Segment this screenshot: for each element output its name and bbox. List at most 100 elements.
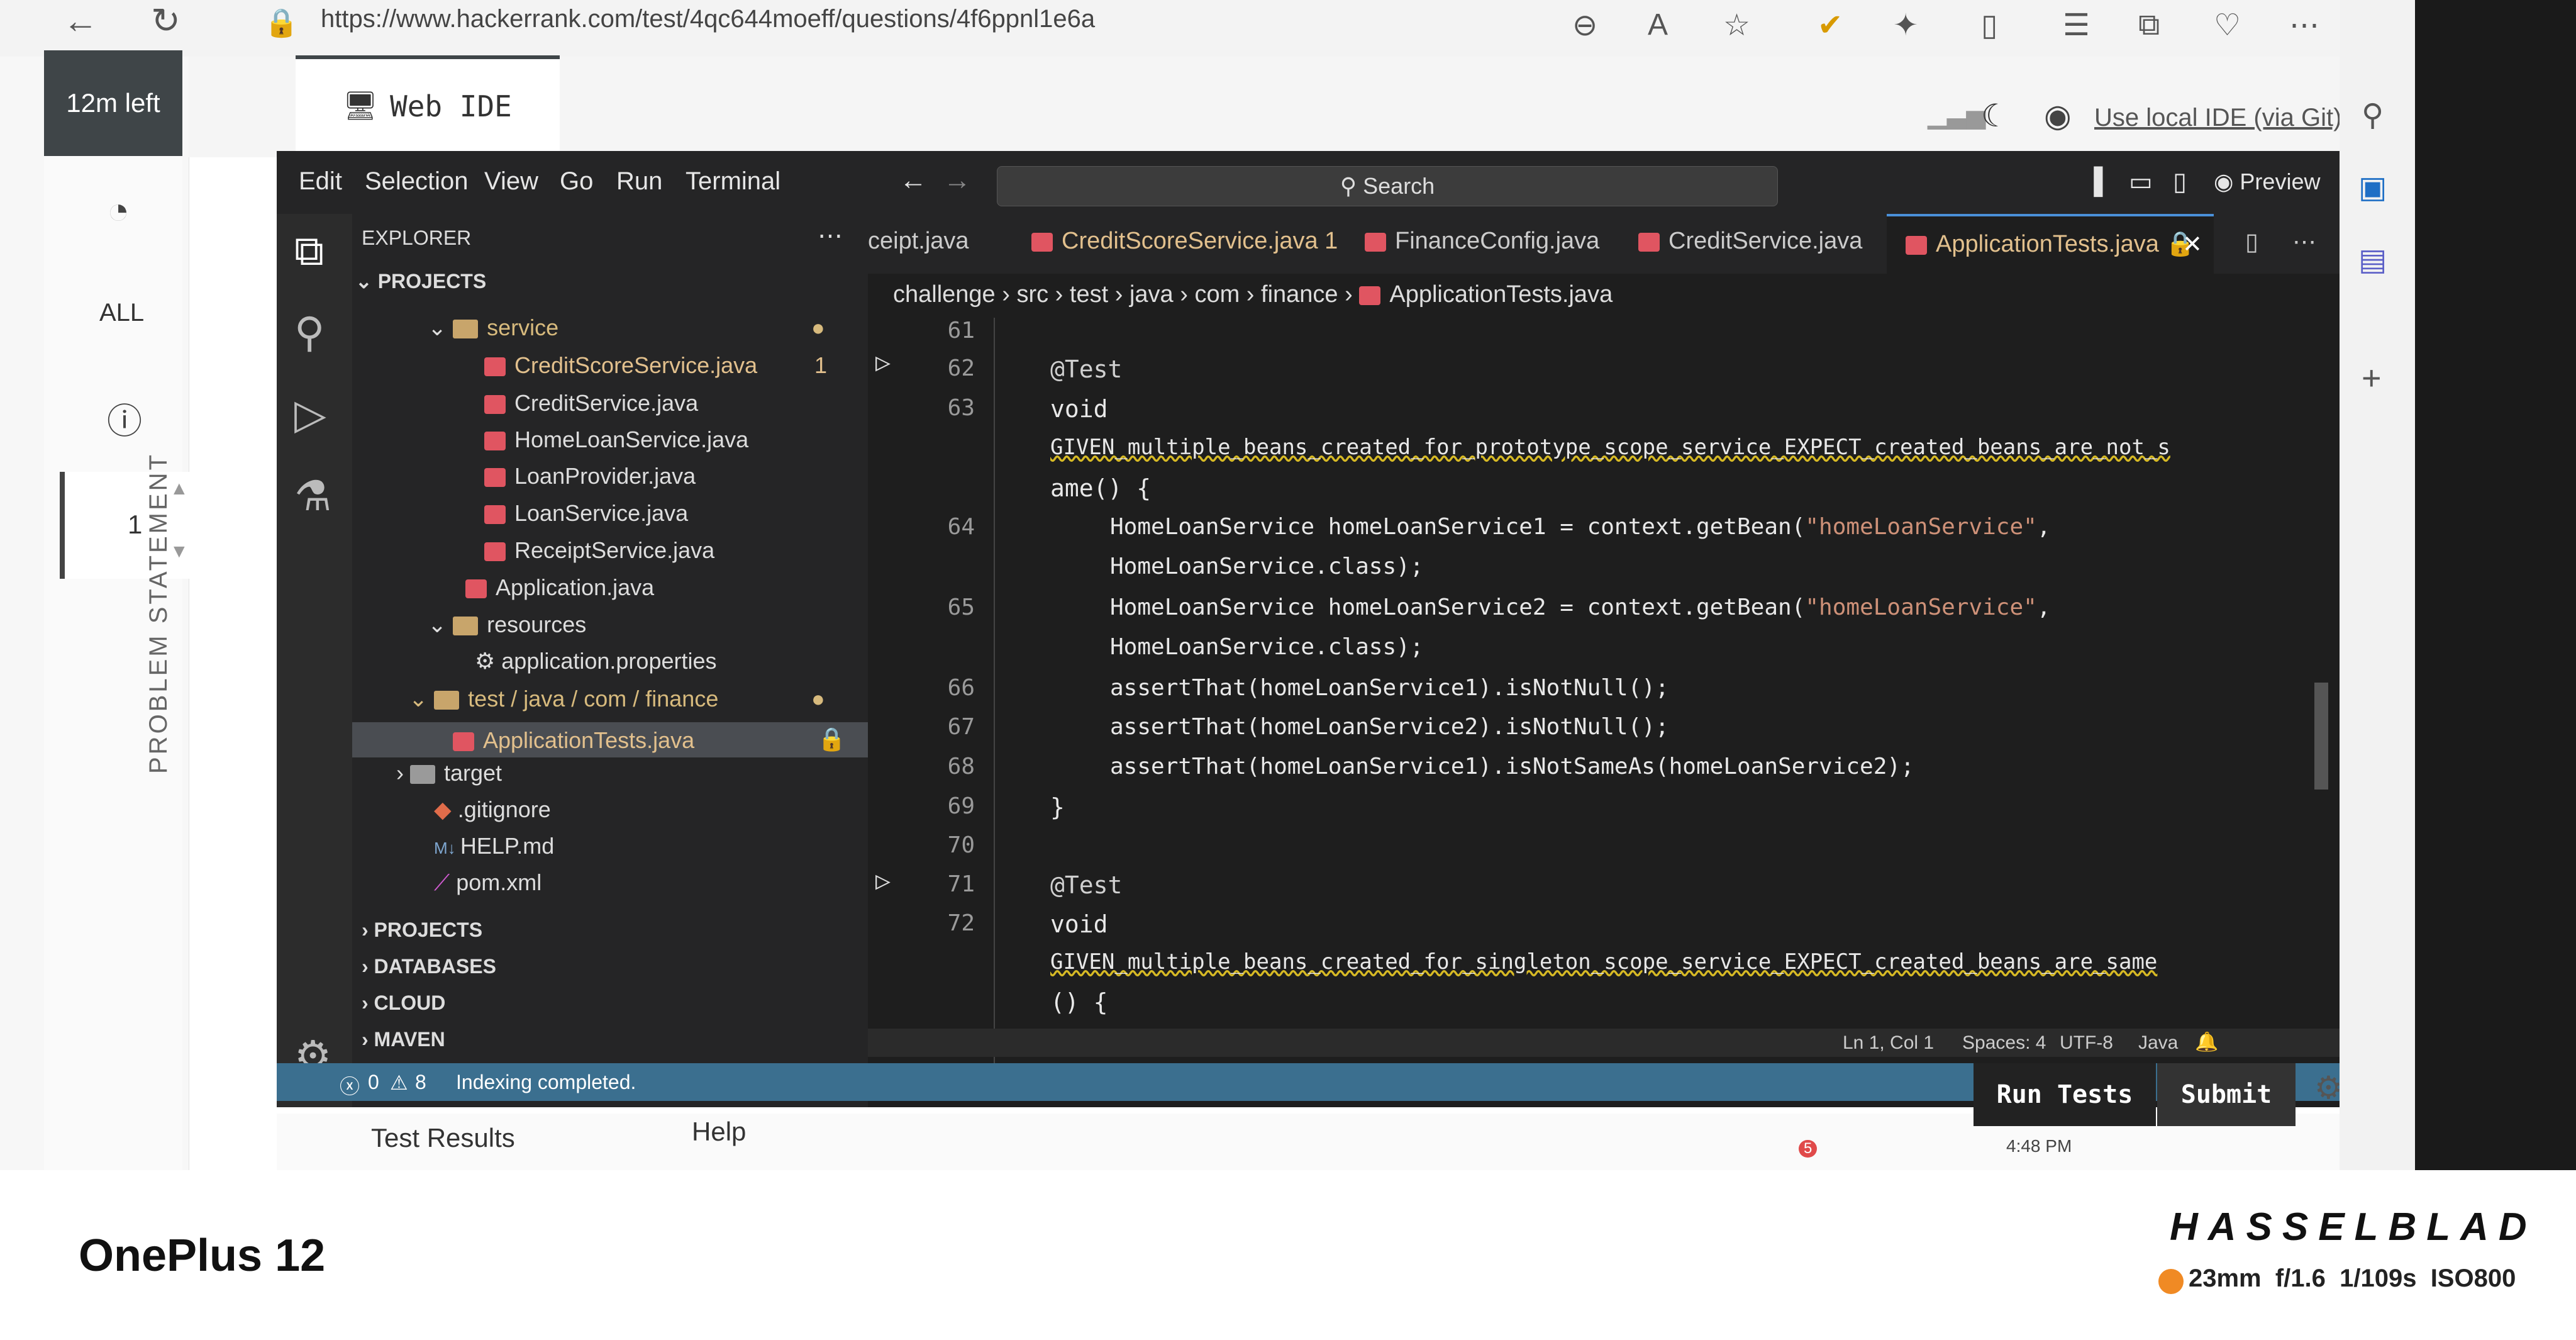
- tree-file[interactable]: ReceiptService.java: [484, 537, 714, 564]
- tree-file[interactable]: ⚙ application.properties: [475, 648, 717, 674]
- preview-button[interactable]: ◉ Preview: [2214, 169, 2320, 195]
- cursor-position[interactable]: Ln 1, Col 1: [1843, 1032, 1934, 1054]
- nav-forward-icon[interactable]: →: [943, 165, 971, 196]
- toggle-secondary-icon[interactable]: ▯: [2173, 167, 2187, 196]
- tree-folder-service[interactable]: ⌄ service: [428, 315, 558, 341]
- error-icon[interactable]: ⓧ: [340, 1071, 360, 1100]
- java-file-icon: [1906, 235, 1927, 255]
- code-editor[interactable]: ▷ ▷ 61 62 @Test 63 void GIVEN_multiple_b…: [868, 318, 2340, 1063]
- activity-bar: ⧉ ⚲ ▷ ⚗ ⚙: [277, 214, 352, 1107]
- sidebar-search-icon[interactable]: ⚲: [2362, 98, 2384, 133]
- tree-file[interactable]: Application.java: [465, 574, 654, 601]
- tab-receipt[interactable]: ceipt.java: [868, 228, 969, 255]
- tree-label: service: [487, 315, 559, 340]
- indentation[interactable]: Spaces: 4: [1962, 1032, 2046, 1054]
- security-icon[interactable]: ♡: [2214, 8, 2241, 43]
- command-search[interactable]: ⚲ Search: [997, 166, 1778, 206]
- favorite-icon[interactable]: ☆: [1723, 8, 1750, 43]
- menu-edit[interactable]: Edit: [299, 167, 342, 196]
- all-filter[interactable]: ALL: [99, 299, 144, 327]
- code-line: GIVEN_multiple_beans_created_for_prototy…: [1050, 435, 2170, 460]
- test-results-tab[interactable]: Test Results: [371, 1123, 515, 1153]
- tab-application-tests[interactable]: ApplicationTests.java 🔒 ✕: [1887, 214, 2214, 276]
- menu-terminal[interactable]: Terminal: [686, 167, 780, 196]
- web-ide-tab[interactable]: 🖥 Web IDE: [296, 55, 560, 154]
- add-icon[interactable]: +: [2362, 359, 2382, 398]
- language-mode[interactable]: Java: [2138, 1032, 2178, 1054]
- teams-icon[interactable]: ▤: [2358, 242, 2387, 277]
- more-icon[interactable]: ⋯: [2289, 8, 2319, 43]
- encoding[interactable]: UTF-8: [2060, 1032, 2113, 1054]
- explorer-more-icon[interactable]: ⋯: [818, 221, 843, 250]
- toggle-panel-icon[interactable]: ▭: [2129, 167, 2153, 196]
- run-tests-button[interactable]: Run Tests: [1974, 1063, 2156, 1126]
- use-local-ide-link[interactable]: Use local IDE (via Git): [2094, 104, 2341, 132]
- tab-finance-config[interactable]: FinanceConfig.java: [1365, 228, 1599, 255]
- section-maven[interactable]: › MAVEN: [362, 1028, 445, 1051]
- settings-icon[interactable]: ⚙: [2314, 1069, 2343, 1106]
- menu-run[interactable]: Run: [616, 167, 662, 196]
- info-icon[interactable]: ⓘ: [107, 393, 142, 444]
- help-tab[interactable]: Help: [692, 1117, 746, 1147]
- favorites-icon[interactable]: ☰: [2063, 8, 2090, 43]
- close-icon[interactable]: ✕: [2182, 230, 2202, 259]
- tree-folder-target[interactable]: › target: [396, 760, 502, 786]
- menu-view[interactable]: View: [484, 167, 538, 196]
- tab-credit-service[interactable]: CreditService.java: [1638, 228, 1862, 255]
- refresh-icon[interactable]: ↻: [151, 0, 180, 42]
- section-cloud[interactable]: › CLOUD: [362, 991, 445, 1015]
- tree-file[interactable]: ⟋ pom.xml: [434, 869, 541, 896]
- java-file-icon: [465, 579, 487, 599]
- collections-icon[interactable]: ⧉: [2138, 8, 2160, 43]
- bell-icon[interactable]: 🔔: [2195, 1031, 2218, 1053]
- tab-credit-score-service[interactable]: CreditScoreService.java 1: [1031, 228, 1338, 255]
- outlook-icon[interactable]: ▣: [2358, 170, 2387, 205]
- back-icon[interactable]: ←: [63, 0, 98, 41]
- compass-icon[interactable]: ◔: [107, 189, 130, 232]
- breadcrumb-item[interactable]: finance: [1261, 281, 1338, 308]
- nav-back-icon[interactable]: ←: [899, 165, 927, 196]
- extension-check-icon[interactable]: ✔: [1818, 8, 1843, 43]
- tree-file[interactable]: CreditScoreService.java: [484, 352, 757, 379]
- tree-file[interactable]: LoanService.java: [484, 500, 688, 527]
- search-view-icon[interactable]: ⚲: [294, 308, 325, 357]
- menu-selection[interactable]: Selection: [365, 167, 469, 196]
- tree-file[interactable]: CreditService.java: [484, 390, 698, 416]
- menu-go[interactable]: Go: [560, 167, 593, 196]
- projects-section-open[interactable]: ⌄ PROJECTS: [355, 269, 486, 293]
- breadcrumb-item[interactable]: test: [1070, 281, 1108, 308]
- zoom-icon[interactable]: ⊖: [1572, 8, 1597, 43]
- tree-folder-resources[interactable]: ⌄ resources: [428, 611, 586, 638]
- section-databases[interactable]: › DATABASES: [362, 955, 496, 978]
- tree-file[interactable]: M↓ HELP.md: [434, 833, 554, 859]
- tree-file-selected[interactable]: ApplicationTests.java 🔒: [352, 722, 868, 757]
- tree-file[interactable]: HomeLoanService.java: [484, 427, 748, 453]
- breadcrumb-item[interactable]: java: [1130, 281, 1174, 308]
- dark-mode-icon[interactable]: ☾: [1981, 98, 2009, 134]
- code-line: void: [1050, 910, 1108, 938]
- submit-button[interactable]: Submit: [2157, 1063, 2296, 1126]
- problem-statement-tab[interactable]: PROBLEM STATEMENT: [145, 452, 173, 774]
- tree-file[interactable]: ◆ .gitignore: [434, 796, 551, 823]
- address-bar[interactable]: https://www.hackerrank.com/test/4qc644mo…: [321, 5, 1095, 33]
- breadcrumb-item[interactable]: com: [1194, 281, 1240, 308]
- run-test-icon[interactable]: ▷: [875, 348, 891, 377]
- split-screen-icon[interactable]: ▯: [1981, 8, 1997, 43]
- tab-more-icon[interactable]: ⋯: [2292, 228, 2316, 256]
- testing-icon[interactable]: ⚗: [294, 472, 331, 520]
- toggle-sidebar-icon[interactable]: ▐: [2085, 167, 2102, 196]
- explorer-icon[interactable]: ⧉: [294, 226, 324, 276]
- run-test-icon[interactable]: ▷: [875, 866, 891, 895]
- warning-icon[interactable]: ⚠: [390, 1071, 408, 1095]
- read-aloud-icon[interactable]: A: [1648, 8, 1668, 42]
- breadcrumb-item[interactable]: ApplicationTests.java: [1389, 281, 1613, 308]
- breadcrumb-item[interactable]: challenge: [893, 281, 996, 308]
- breadcrumb-item[interactable]: src: [1016, 281, 1048, 308]
- split-editor-icon[interactable]: ▯: [2245, 228, 2258, 256]
- section-projects[interactable]: › PROJECTS: [362, 918, 482, 942]
- tree-file[interactable]: LoanProvider.java: [484, 463, 696, 489]
- run-debug-icon[interactable]: ▷: [294, 390, 326, 438]
- tree-folder-test[interactable]: ⌄ test / java / com / finance: [409, 686, 718, 712]
- scrollbar-thumb[interactable]: [2314, 683, 2328, 790]
- extensions-icon[interactable]: ✦: [1893, 8, 1918, 43]
